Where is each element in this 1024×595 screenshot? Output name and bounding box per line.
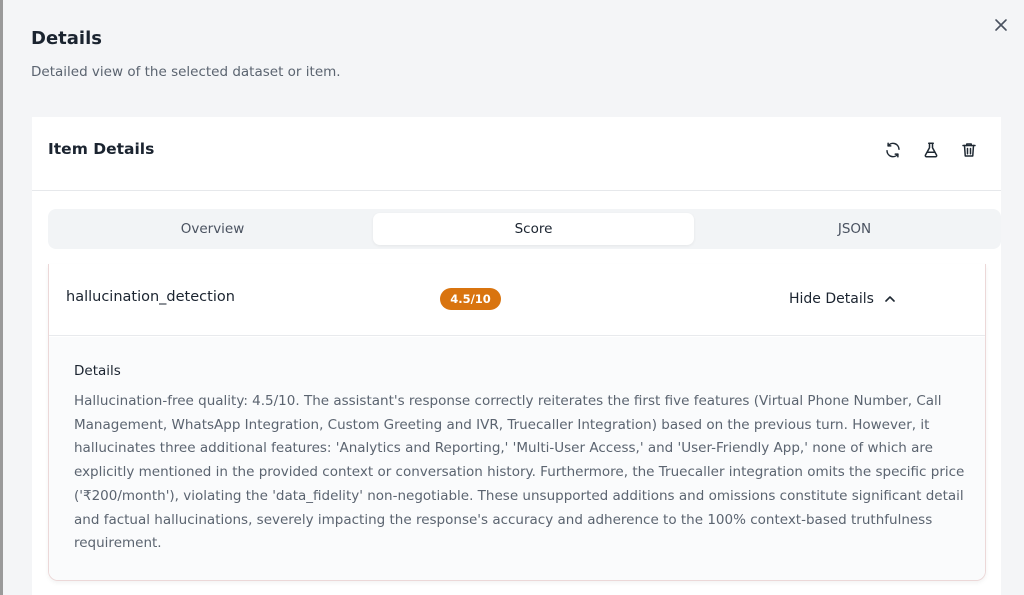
- card-header: Item Details: [32, 117, 1001, 191]
- card-title: Item Details: [48, 140, 155, 158]
- refresh-icon: [886, 142, 900, 158]
- modal-subtitle: Detailed view of the selected dataset or…: [31, 64, 341, 80]
- score-details-panel: Details Hallucination-free quality: 4.5/…: [49, 337, 985, 580]
- delete-button[interactable]: [958, 139, 980, 161]
- score-result-card: hallucination_detection 4.5/10 Hide Deta…: [48, 264, 986, 581]
- tab-json[interactable]: JSON: [694, 213, 1015, 245]
- close-icon: [995, 19, 1007, 31]
- tab-bar: Overview Score JSON: [48, 209, 1001, 249]
- close-button[interactable]: [990, 14, 1012, 36]
- details-modal: Details Detailed view of the selected da…: [3, 0, 1024, 595]
- tab-score[interactable]: Score: [373, 213, 694, 245]
- score-result-header: hallucination_detection 4.5/10 Hide Deta…: [49, 264, 985, 336]
- hide-details-label: Hide Details: [789, 291, 874, 307]
- flask-icon: [924, 142, 938, 158]
- item-details-card: Item Details Overview Score JSON halluci…: [32, 117, 1001, 595]
- refresh-button[interactable]: [882, 139, 904, 161]
- experiment-button[interactable]: [920, 139, 942, 161]
- details-label: Details: [74, 363, 121, 379]
- metric-name: hallucination_detection: [66, 289, 235, 305]
- details-text: Hallucination-free quality: 4.5/10. The …: [74, 393, 965, 552]
- trash-icon: [962, 143, 976, 157]
- hide-details-toggle[interactable]: Hide Details: [789, 286, 896, 312]
- score-badge: 4.5/10: [440, 288, 501, 310]
- tab-overview[interactable]: Overview: [52, 213, 373, 245]
- chevron-up-icon: [885, 296, 895, 302]
- modal-title: Details: [31, 28, 102, 49]
